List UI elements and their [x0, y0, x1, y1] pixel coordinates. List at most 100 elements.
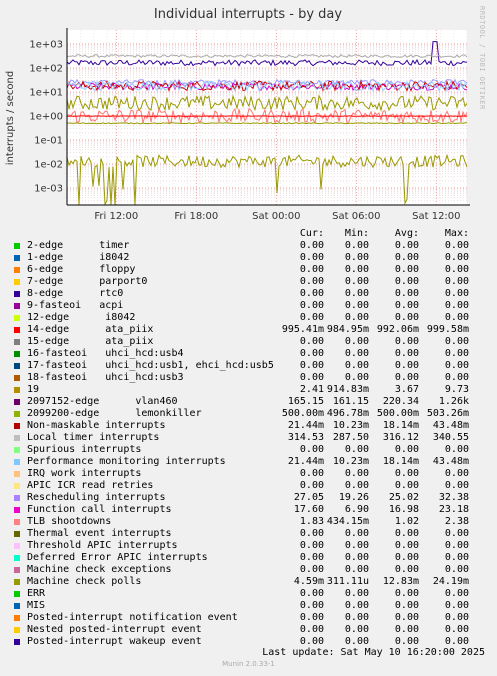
legend-swatch: [14, 339, 20, 345]
legend-min: 0.00: [344, 312, 369, 323]
legend-avg: 0.00: [394, 348, 419, 359]
x-tick-label: Sat 06:00: [332, 211, 380, 222]
legend-min: 10.23m: [332, 420, 369, 431]
rrdtool-credit: RRDTOOL / TOBI OETIKER: [478, 6, 486, 110]
legend-swatch: [14, 603, 20, 609]
legend-max: 43.48m: [432, 456, 469, 467]
legend-row: 18-fasteoi uhci_hcd:usb3 0.00 0.00 0.00 0.00: [0, 372, 497, 384]
legend-max: 0.00: [444, 540, 469, 551]
legend-name: 6-edge floppy: [27, 264, 136, 275]
legend-name: 1-edge i8042: [27, 252, 130, 263]
legend-name: Spurious interrupts: [27, 444, 142, 455]
legend-row: 2-edge timer 0.00 0.00 0.00 0.00: [0, 240, 497, 252]
legend-name: 19: [27, 384, 40, 395]
legend-row: Function call interrupts 17.60 6.90 16.98 23…: [0, 504, 497, 516]
legend-max: 0.00: [444, 360, 469, 371]
legend-avg: 500.00m: [376, 408, 419, 419]
legend-min: 0.00: [344, 336, 369, 347]
legend-row: 19 2.41 914.83m 3.67 9.73: [0, 384, 497, 396]
last-update: Last update: Sat May 10 16:20:00 2025: [262, 647, 485, 658]
legend-avg: 0.00: [394, 612, 419, 623]
legend-avg: 0.00: [394, 480, 419, 491]
legend-swatch: [14, 435, 20, 441]
y-tick-label: 1e+01: [29, 88, 63, 99]
legend-row: ERR 0.00 0.00 0.00 0.00: [0, 588, 497, 600]
legend-avg: 992.06m: [376, 324, 419, 335]
legend-name: 9-fasteoi acpi: [27, 300, 124, 311]
legend-swatch: [14, 303, 20, 309]
x-tick-label: Fri 12:00: [94, 211, 138, 222]
legend-min: 434.15m: [326, 516, 369, 527]
legend-swatch: [14, 471, 20, 477]
legend-name: Rescheduling interrupts: [27, 492, 166, 503]
legend-max: 0.00: [444, 468, 469, 479]
chart: Individual interrupts - by day interrupt…: [5, 7, 470, 222]
legend-name: Posted-interrupt notification event: [27, 612, 238, 623]
legend-swatch: [14, 507, 20, 513]
legend-avg: 0.00: [394, 552, 419, 563]
legend-row: Posted-interrupt notification event 0.00 0…: [0, 612, 497, 624]
legend-avg: 0.00: [394, 312, 419, 323]
legend-row: 2099200-edge lemonkiller 500.00m 496.78m 50…: [0, 408, 497, 420]
legend-avg: 316.12: [382, 432, 419, 443]
legend-max: 0.00: [444, 288, 469, 299]
legend-max: 0.00: [444, 552, 469, 563]
legend-name: IRQ work interrupts: [27, 468, 142, 479]
legend-min: 161.15: [332, 396, 369, 407]
legend-row: 14-edge ata_piix 995.41m 984.95m 992.06m 999…: [0, 324, 497, 336]
legend-name: Machine check exceptions: [27, 564, 172, 575]
legend-avg: 0.00: [394, 624, 419, 635]
legend-swatch: [14, 519, 20, 525]
legend-max: 0.00: [444, 240, 469, 251]
legend-avg: 1.02: [394, 516, 419, 527]
legend-max: 23.18: [438, 504, 469, 515]
legend-swatch: [14, 459, 20, 465]
legend-name: MIS: [27, 600, 46, 611]
legend-row: 9-fasteoi acpi 0.00 0.00 0.00 0.00: [0, 300, 497, 312]
legend-max: 9.73: [444, 384, 469, 395]
legend-row: Threshold APIC interrupts 0.00 0.00 0.00 0.0…: [0, 540, 497, 552]
legend-row: 17-fasteoi uhci_hcd:usb1, ehci_hcd:usb5 0…: [0, 360, 497, 372]
legend-min: 0.00: [344, 252, 369, 263]
legend-min: 984.95m: [326, 324, 369, 335]
legend-avg: 0.00: [394, 372, 419, 383]
legend-row: 8-edge rtc0 0.00 0.00 0.00 0.00: [0, 288, 497, 300]
legend-avg: 18.14m: [382, 456, 419, 467]
legend-max: 0.00: [444, 300, 469, 311]
legend-row: MIS 0.00 0.00 0.00 0.00: [0, 600, 497, 612]
legend-max: 0.00: [444, 264, 469, 275]
legend-min: 0.00: [344, 636, 369, 647]
legend-swatch: [14, 351, 20, 357]
legend-name: 2097152-edge vlan460: [27, 396, 178, 407]
legend-max: 0.00: [444, 480, 469, 491]
legend-swatch: [14, 411, 20, 417]
legend-avg: 0.00: [394, 252, 419, 263]
legend-name: Non-maskable interrupts: [27, 420, 166, 431]
legend-min: 0.00: [344, 288, 369, 299]
legend-swatch: [14, 591, 20, 597]
legend-row: 12-edge i8042 0.00 0.00 0.00 0.00: [0, 312, 497, 324]
munin-version: Munin 2.0.33-1: [222, 660, 275, 668]
x-ticks: Fri 12:00 Fri 18:00 Sat 00:00 Sat 06:00 Sat …: [94, 211, 460, 222]
legend-min: 0.00: [344, 528, 369, 539]
legend-avg: 0.00: [394, 564, 419, 575]
legend-name: Local timer interrupts: [27, 432, 160, 443]
legend-max: 0.00: [444, 312, 469, 323]
legend-min: 6.90: [344, 504, 369, 515]
legend-swatch: [14, 543, 20, 549]
legend-max: 32.38: [438, 492, 469, 503]
legend-min: 0.00: [344, 276, 369, 287]
legend-swatch: [14, 327, 20, 333]
legend-name: Deferred Error APIC interrupts: [27, 552, 208, 563]
legend-row: Nested posted-interrupt event 0.00 0.00 0.0…: [0, 624, 497, 636]
legend-swatch: [14, 387, 20, 393]
legend-min: 19.26: [338, 492, 369, 503]
legend-max: 0.00: [444, 252, 469, 263]
legend-swatch: [14, 627, 20, 633]
legend-min: 0.00: [344, 240, 369, 251]
legend-avg: 0.00: [394, 468, 419, 479]
legend-max: 0.00: [444, 276, 469, 287]
legend-max: 1.26k: [438, 396, 469, 407]
legend-min: 0.00: [344, 540, 369, 551]
legend-swatch: [14, 615, 20, 621]
